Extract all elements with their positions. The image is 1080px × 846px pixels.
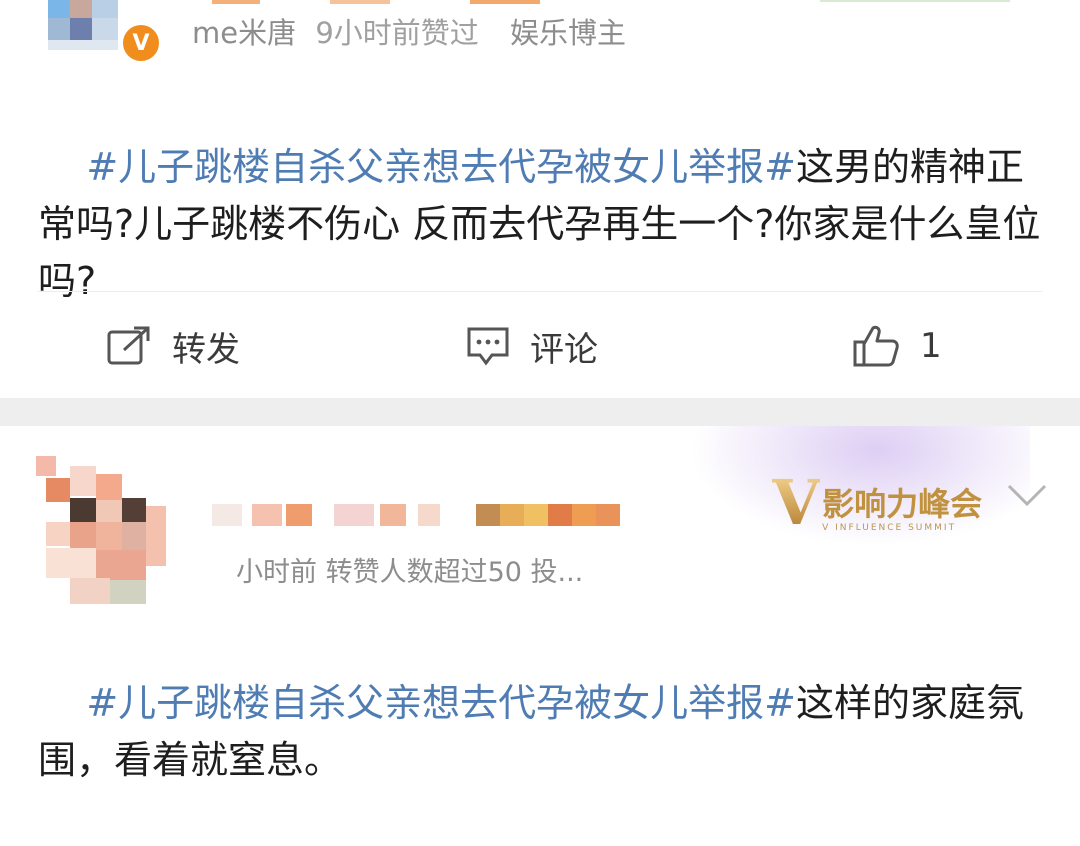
like-count: 1 bbox=[920, 326, 942, 366]
weibo-post-1: V me米唐 9小时前赞过 娱乐博主 #儿子跳楼自杀父亲想去代孕被女儿举报#这男… bbox=[0, 0, 1080, 398]
badge-subtitle: V INFLUENCE SUMMIT bbox=[822, 523, 957, 533]
chevron-down-icon[interactable] bbox=[1005, 480, 1049, 510]
post-meta: 小时前 转赞人数超过50 投... bbox=[236, 557, 584, 588]
author-avatar[interactable] bbox=[30, 456, 170, 606]
repost-button[interactable]: 转发 bbox=[106, 316, 240, 376]
badge-title: 影响力峰会 bbox=[822, 485, 983, 523]
post-body: #儿子跳楼自杀父亲想去代孕被女儿举报#这样的家庭氛围，看着就窒息。 bbox=[38, 618, 1048, 846]
repost-icon bbox=[107, 326, 150, 365]
topic-link[interactable]: #儿子跳楼自杀父亲想去代孕被女儿举报# bbox=[86, 145, 796, 189]
post-meta: me米唐 9小时前赞过 娱乐博主 bbox=[192, 10, 626, 52]
comment-icon bbox=[467, 327, 509, 366]
comment-button[interactable]: 评论 bbox=[466, 316, 598, 376]
author-tag: 娱乐博主 bbox=[509, 16, 626, 50]
weibo-post-2: 小时前 转赞人数超过50 投... V 影响力峰会 V INFLUENCE SU… bbox=[0, 426, 1080, 782]
post-time: 9小时前赞过 bbox=[315, 16, 479, 50]
influence-summit-badge[interactable]: V 影响力峰会 V INFLUENCE SUMMIT bbox=[772, 472, 982, 534]
thumbs-up-icon bbox=[853, 325, 899, 367]
verified-v-icon: V bbox=[120, 22, 162, 64]
repost-label: 转发 bbox=[172, 329, 240, 370]
divider bbox=[38, 291, 1042, 292]
like-button[interactable]: 1 bbox=[852, 316, 942, 376]
author-name[interactable]: me米唐 bbox=[192, 16, 296, 50]
topic-link[interactable]: #儿子跳楼自杀父亲想去代孕被女儿举报# bbox=[86, 681, 796, 725]
post-separator bbox=[0, 398, 1080, 426]
comment-label: 评论 bbox=[530, 329, 598, 370]
author-name-blurred[interactable] bbox=[212, 502, 652, 528]
badge-letter: V bbox=[772, 466, 821, 539]
